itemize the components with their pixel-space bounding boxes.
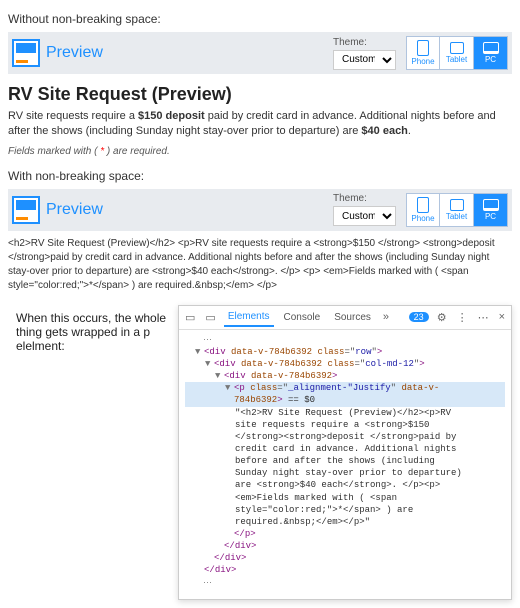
device-tablet-button[interactable]: Tablet (440, 193, 474, 227)
theme-label: Theme: (333, 37, 367, 48)
device-phone-button[interactable]: Phone (406, 193, 440, 227)
gear-icon[interactable]: ⚙ (435, 311, 449, 324)
preview-label: Preview (46, 44, 327, 62)
device-pc-button[interactable]: PC (474, 36, 508, 70)
preview-label: Preview (46, 201, 327, 219)
more-tabs-icon[interactable]: » (381, 311, 391, 323)
device-toggle-icon[interactable]: ▭ (203, 311, 217, 324)
rendered-fields-note: Fields marked with ( * ) are required. (8, 146, 512, 157)
escaped-html-output: <h2>RV Site Request (Preview)</h2> <p>RV… (8, 237, 512, 293)
section1-label: Without non-breaking space: (8, 12, 512, 26)
device-tablet-button[interactable]: Tablet (440, 36, 474, 70)
devtools-tabs: ▭ ▭ Elements Console Sources » 23 ⚙ ⋮ ⋯ … (179, 306, 511, 330)
preview-icon (12, 196, 40, 224)
device-buttons: Phone Tablet PC (406, 36, 508, 70)
theme-select[interactable]: Custom (333, 206, 396, 226)
device-pc-button[interactable]: PC (474, 193, 508, 227)
tab-sources[interactable]: Sources (330, 309, 375, 326)
inspect-icon[interactable]: ▭ (183, 311, 197, 324)
kebab-icon[interactable]: ⋮ (455, 311, 470, 324)
close-icon[interactable]: × (497, 311, 507, 323)
device-phone-button[interactable]: Phone (406, 36, 440, 70)
rendered-body: RV site requests require a $150 deposit … (8, 109, 512, 140)
preview-icon (12, 39, 40, 67)
tab-elements[interactable]: Elements (224, 308, 274, 327)
theme-select[interactable]: Custom (333, 50, 396, 70)
tab-console[interactable]: Console (280, 309, 325, 326)
section2-label: With non-breaking space: (8, 169, 512, 183)
device-buttons: Phone Tablet PC (406, 193, 508, 227)
rendered-heading: RV Site Request (Preview) (8, 84, 512, 105)
issues-badge[interactable]: 23 (409, 312, 429, 322)
devtools-quoted-text: "<h2>RV Site Request (Preview)</h2><p>RV… (235, 407, 465, 528)
more-icon[interactable]: ⋯ (476, 311, 491, 324)
devtools-panel: ▭ ▭ Elements Console Sources » 23 ⚙ ⋮ ⋯ … (178, 305, 512, 600)
theme-block: Theme: Custom (333, 193, 396, 226)
preview-bar-1: Preview Theme: Custom Phone Tablet PC (8, 32, 512, 74)
wrap-note: When this occurs, the whole thing gets w… (8, 305, 168, 353)
preview-bar-2: Preview Theme: Custom Phone Tablet PC (8, 189, 512, 231)
theme-label: Theme: (333, 193, 367, 204)
theme-block: Theme: Custom (333, 37, 396, 70)
devtools-dom-tree[interactable]: ⋯ ▼<div data-v-784b6392 class="row"> ▼<d… (179, 330, 511, 599)
